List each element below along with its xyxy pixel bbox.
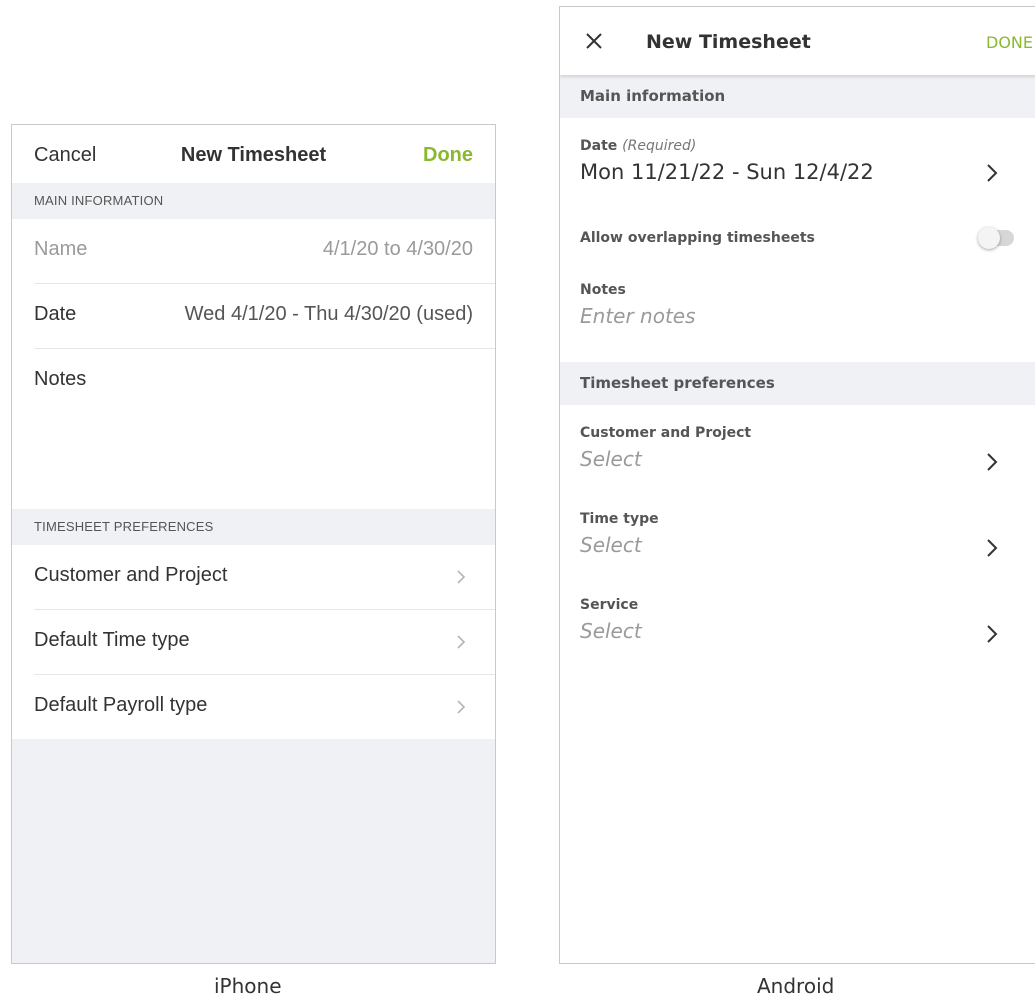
android-caption: Android xyxy=(757,974,835,998)
ios-customer-project-row[interactable]: Customer and Project xyxy=(34,545,495,610)
android-page-title: New Timesheet xyxy=(646,31,811,53)
ios-notes-label: Notes xyxy=(34,368,87,390)
chevron-right-icon xyxy=(457,700,466,714)
ios-customer-project-label: Customer and Project xyxy=(34,564,228,586)
ios-notes-field[interactable]: Notes xyxy=(34,349,495,509)
android-date-required: (Required) xyxy=(622,138,697,154)
android-date-value: Mon 11/21/22 - Sun 12/4/22 xyxy=(580,160,874,184)
android-customer-project-field[interactable]: Customer and Project Select xyxy=(560,405,1035,491)
ios-main-group: Name 4/1/20 to 4/30/20 Date Wed 4/1/20 -… xyxy=(12,219,495,509)
android-date-label-text: Date xyxy=(580,138,618,154)
android-time-type-label: Time type xyxy=(580,511,659,527)
android-customer-project-value: Select xyxy=(580,447,642,471)
android-date-field[interactable]: Date (Required) Mon 11/21/22 - Sun 12/4/… xyxy=(560,118,1035,210)
overlap-toggle[interactable] xyxy=(978,227,1014,249)
chevron-right-icon xyxy=(987,164,998,182)
ios-name-value: 4/1/20 to 4/30/20 xyxy=(322,238,473,260)
android-overlap-label: Allow overlapping timesheets xyxy=(580,230,815,246)
android-date-label: Date (Required) xyxy=(580,138,1035,154)
android-service-field[interactable]: Service Select xyxy=(560,577,1035,663)
close-icon[interactable] xyxy=(582,29,606,53)
ios-section-main-information: MAIN INFORMATION xyxy=(12,183,495,219)
chevron-right-icon xyxy=(987,625,998,643)
ios-time-type-label: Default Time type xyxy=(34,629,190,651)
ios-time-type-row[interactable]: Default Time type xyxy=(34,610,495,675)
ios-payroll-type-row[interactable]: Default Payroll type xyxy=(34,675,495,739)
android-service-value: Select xyxy=(580,619,642,643)
chevron-right-icon xyxy=(987,453,998,471)
android-section-main-information: Main information xyxy=(560,75,1035,118)
android-toolbar: New Timesheet DONE xyxy=(560,7,1035,75)
iphone-caption: iPhone xyxy=(214,974,282,998)
ios-name-label: Name xyxy=(34,238,88,260)
ios-date-row[interactable]: Date Wed 4/1/20 - Thu 4/30/20 (used) xyxy=(34,284,495,349)
android-service-label: Service xyxy=(580,597,639,613)
chevron-right-icon xyxy=(987,539,998,557)
ios-date-label: Date xyxy=(34,303,77,325)
android-notes-placeholder: Enter notes xyxy=(580,304,696,328)
android-time-type-value: Select xyxy=(580,533,642,557)
chevron-right-icon xyxy=(457,570,466,584)
android-notes-field[interactable]: Notes Enter notes xyxy=(560,264,1035,362)
toggle-knob xyxy=(978,227,1000,249)
android-done-button[interactable]: DONE xyxy=(986,33,1033,52)
ios-prefs-group: Customer and Project Default Time type D… xyxy=(12,545,495,739)
ios-section-timesheet-preferences: TIMESHEET PREFERENCES xyxy=(12,509,495,545)
android-customer-project-label: Customer and Project xyxy=(580,425,752,441)
android-time-type-field[interactable]: Time type Select xyxy=(560,491,1035,577)
ios-payroll-type-label: Default Payroll type xyxy=(34,694,208,716)
android-section-timesheet-preferences: Timesheet preferences xyxy=(560,362,1035,405)
ios-name-row[interactable]: Name 4/1/20 to 4/30/20 xyxy=(34,219,495,284)
chevron-right-icon xyxy=(457,635,466,649)
ios-done-button[interactable]: Done xyxy=(423,144,473,167)
android-overlap-row: Allow overlapping timesheets xyxy=(560,210,1035,264)
android-notes-label: Notes xyxy=(580,282,626,298)
android-screen: New Timesheet DONE Main information Date… xyxy=(559,6,1035,964)
ios-date-value: Wed 4/1/20 - Thu 4/30/20 (used) xyxy=(184,303,473,325)
ios-nav-bar: Cancel New Timesheet Done xyxy=(12,125,495,183)
iphone-screen: Cancel New Timesheet Done MAIN INFORMATI… xyxy=(11,124,496,964)
